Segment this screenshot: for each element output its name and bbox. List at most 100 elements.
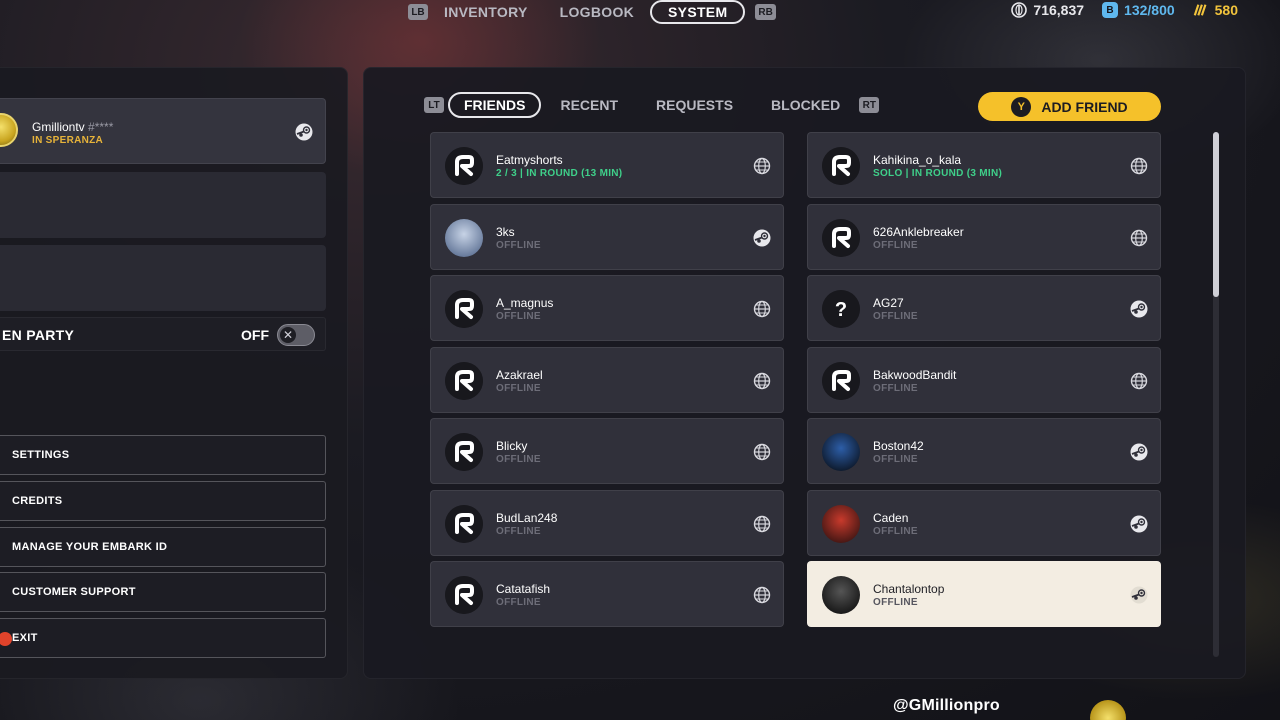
globe-icon xyxy=(1130,157,1148,175)
friend-status: 2 / 3 | IN ROUND (13 MIN) xyxy=(496,168,623,179)
profile-tag: #**** xyxy=(88,120,114,134)
friend-status: OFFLINE xyxy=(873,382,918,394)
tab-friends[interactable]: FRIENDS xyxy=(448,92,542,118)
watermark: @GMillionpro xyxy=(893,697,1000,714)
globe-icon xyxy=(753,157,771,175)
embark-logo-icon xyxy=(822,147,860,185)
tab-inventory[interactable]: INVENTORY xyxy=(428,1,544,23)
open-party-toggle[interactable]: ✕ xyxy=(277,324,315,346)
friend-name: Blicky xyxy=(496,439,528,453)
tab-logbook[interactable]: LOGBOOK xyxy=(544,1,650,23)
friend-card[interactable]: 3ks OFFLINE xyxy=(430,203,784,270)
avatar xyxy=(822,433,860,471)
close-icon: ✕ xyxy=(280,327,296,343)
friend-card[interactable]: 626Anklebreaker OFFLINE xyxy=(807,203,1161,270)
avatar xyxy=(822,576,860,614)
friend-name: BudLan248 xyxy=(496,510,558,525)
friends-scrollbar[interactable] xyxy=(1213,132,1219,657)
friend-status: OFFLINE xyxy=(496,454,541,465)
rt-button-hint: RT xyxy=(859,97,880,113)
lb-button-hint: LB xyxy=(408,4,428,20)
friend-name: 626Anklebreaker xyxy=(873,224,964,239)
friend-card[interactable]: ? AG27 OFFLINE xyxy=(807,275,1161,341)
rb-button-hint: RB xyxy=(755,4,776,20)
manage-embark-id-label: MANAGE YOUR EMBARK ID xyxy=(12,541,168,553)
credits-button[interactable]: CREDITS xyxy=(0,481,326,521)
friend-status: OFFLINE xyxy=(873,239,918,251)
friend-card[interactable]: Chantalontop OFFLINE xyxy=(807,561,1161,627)
globe-icon xyxy=(1130,372,1148,390)
party-slot-empty[interactable] xyxy=(0,245,326,311)
embark-logo-icon xyxy=(445,433,483,471)
exit-button[interactable]: EXIT xyxy=(0,618,326,658)
open-party-label: EN PARTY xyxy=(2,327,75,343)
friend-status: OFFLINE xyxy=(873,525,918,537)
currency-bar: 716,837 B 132/800 580 xyxy=(1011,2,1238,18)
friend-name: A_magnus xyxy=(496,296,554,310)
friend-name: Chantalontop xyxy=(873,582,945,596)
friend-card[interactable]: Blicky OFFLINE xyxy=(430,418,784,484)
friend-card[interactable]: Caden OFFLINE xyxy=(807,489,1161,556)
friend-card[interactable]: Boston42 OFFLINE xyxy=(807,418,1161,484)
friend-card[interactable]: BudLan248 OFFLINE xyxy=(430,489,784,556)
steam-icon xyxy=(295,123,313,141)
globe-icon xyxy=(753,300,771,318)
friend-status: OFFLINE xyxy=(873,311,918,322)
friend-status: OFFLINE xyxy=(873,454,918,465)
profile-card[interactable]: Gmilliontv #**** IN SPERANZA xyxy=(0,98,326,164)
settings-button[interactable]: SETTINGS xyxy=(0,435,326,475)
globe-icon xyxy=(1130,229,1148,247)
steam-icon xyxy=(1130,515,1148,533)
open-party-state: OFF xyxy=(241,327,269,343)
coin-icon xyxy=(1011,2,1028,18)
tab-blocked[interactable]: BLOCKED xyxy=(752,93,859,117)
party-slot-empty[interactable] xyxy=(0,172,326,238)
exit-label: EXIT xyxy=(12,632,38,644)
exit-icon xyxy=(0,632,12,646)
globe-icon xyxy=(753,372,771,390)
capacity-counter: B 132/800 xyxy=(1102,2,1175,18)
left-panel: Gmilliontv #**** IN SPERANZA EN PARTY OF… xyxy=(0,67,348,679)
friend-card[interactable]: Kahikina_o_kala SOLO | IN ROUND (3 MIN) xyxy=(807,132,1161,198)
cred-icon xyxy=(1193,2,1209,18)
customer-support-button[interactable]: CUSTOMER SUPPORT xyxy=(0,572,326,612)
friend-name: 3ks xyxy=(496,224,515,239)
steam-icon xyxy=(1130,300,1148,318)
friend-status: OFFLINE xyxy=(496,239,541,251)
tab-system[interactable]: SYSTEM xyxy=(650,0,746,24)
friend-status: SOLO | IN ROUND (3 MIN) xyxy=(873,168,1003,179)
backpack-capacity-icon: B xyxy=(1102,2,1119,18)
friend-card[interactable]: Azakrael OFFLINE xyxy=(430,346,784,413)
globe-icon xyxy=(753,443,771,461)
friend-card[interactable]: Eatmyshorts 2 / 3 | IN ROUND (13 MIN) xyxy=(430,132,784,198)
manage-embark-id-button[interactable]: MANAGE YOUR EMBARK ID xyxy=(0,527,326,567)
coins-value: 716,837 xyxy=(1033,2,1085,18)
friend-name: Eatmyshorts xyxy=(496,153,563,167)
capacity-value: 132/800 xyxy=(1124,2,1175,18)
embark-logo-icon xyxy=(445,290,483,328)
tab-requests[interactable]: REQUESTS xyxy=(637,93,752,117)
y-button-icon: Y xyxy=(1011,96,1032,117)
add-friend-button[interactable]: Y ADD FRIEND xyxy=(978,92,1161,121)
friend-card[interactable]: A_magnus OFFLINE xyxy=(430,275,784,341)
friend-status: OFFLINE xyxy=(873,597,918,608)
steam-icon xyxy=(1130,443,1148,461)
friend-name: AG27 xyxy=(873,296,904,310)
cred-counter: 580 xyxy=(1193,2,1238,18)
friend-name: Kahikina_o_kala xyxy=(873,153,962,167)
friend-status: OFFLINE xyxy=(496,597,541,608)
friend-status: OFFLINE xyxy=(496,382,541,394)
steam-icon xyxy=(1130,586,1148,604)
embark-logo-icon xyxy=(445,576,483,614)
embark-logo-icon xyxy=(445,504,483,543)
friend-card[interactable]: BakwoodBandit OFFLINE xyxy=(807,346,1161,413)
tab-recent[interactable]: RECENT xyxy=(541,93,637,117)
coins-counter: 716,837 xyxy=(1011,2,1084,18)
add-friend-label: ADD FRIEND xyxy=(1041,98,1128,115)
friends-tabs: LT FRIENDS RECENT REQUESTS BLOCKED RT xyxy=(424,92,880,118)
friend-card[interactable]: Catatafish OFFLINE xyxy=(430,561,784,627)
friend-name: Azakrael xyxy=(496,367,543,382)
svg-text:?: ? xyxy=(835,299,847,321)
scrollbar-thumb[interactable] xyxy=(1213,132,1219,297)
friend-name: Catatafish xyxy=(496,582,551,596)
